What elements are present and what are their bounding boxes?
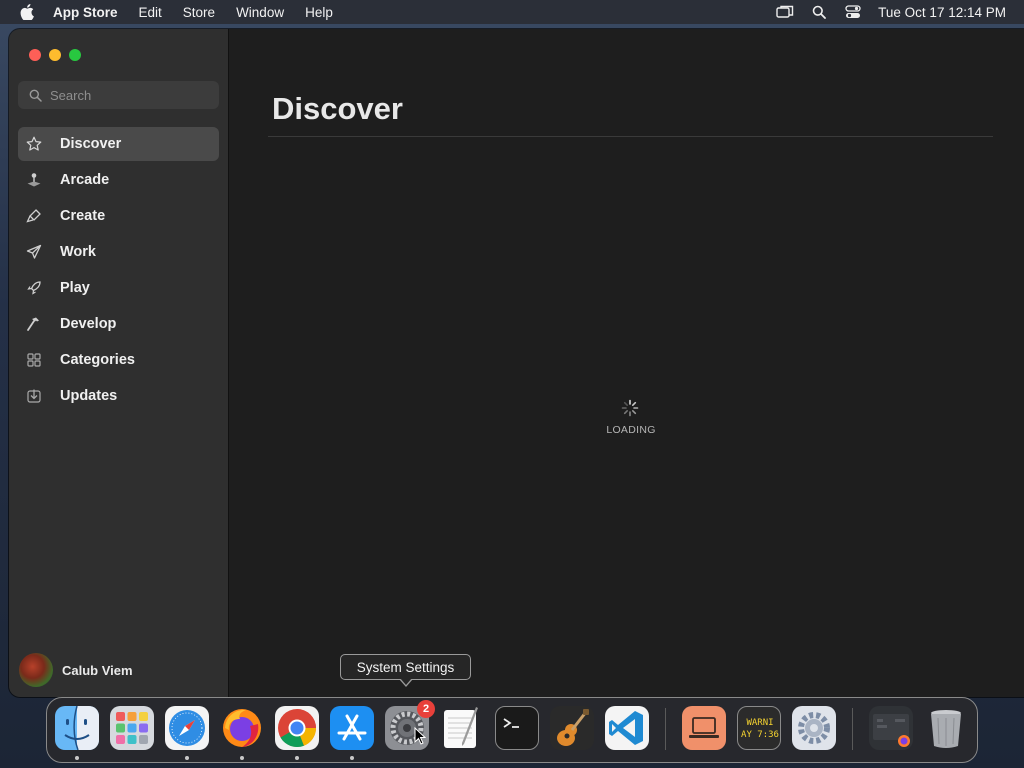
spotlight-search-icon[interactable] xyxy=(810,5,828,19)
stack-icon xyxy=(869,706,913,750)
brush-icon xyxy=(25,207,43,225)
grid-icon xyxy=(25,351,43,369)
sidebar-item-create[interactable]: Create xyxy=(18,199,219,233)
sidebar-item-work[interactable]: Work xyxy=(18,235,219,269)
joystick-icon xyxy=(25,171,43,189)
dock-app-launchpad[interactable] xyxy=(110,706,154,750)
sidebar-item-label: Create xyxy=(60,208,106,224)
dock-separator xyxy=(665,708,666,750)
sidebar-item-label: Updates xyxy=(60,388,118,404)
mouse-cursor-icon xyxy=(414,727,426,745)
account-button[interactable]: Calub Viem xyxy=(19,653,133,687)
textedit-icon xyxy=(440,706,484,750)
search-input[interactable] xyxy=(50,87,200,103)
loading-spinner-icon xyxy=(621,399,639,417)
sidebar-nav: Discover Arcade Create Work Play Develop… xyxy=(18,127,219,415)
dock-app-chrome[interactable] xyxy=(275,706,319,750)
search-icon xyxy=(28,88,42,102)
tooltip-arrow-inner xyxy=(400,678,412,685)
console-tile-line-1: WARNI xyxy=(746,718,774,728)
menu-edit[interactable]: Edit xyxy=(139,5,162,20)
dock-app-firefox[interactable] xyxy=(220,706,264,750)
menu-app-name[interactable]: App Store xyxy=(53,5,118,20)
dock-app-console[interactable]: WARNI AY 7:36 xyxy=(737,706,781,750)
dock-app-garageband[interactable] xyxy=(550,706,594,750)
chrome-icon xyxy=(275,706,319,750)
menu-window[interactable]: Window xyxy=(236,5,284,20)
account-name: Calub Viem xyxy=(62,662,133,678)
title-divider xyxy=(268,136,993,137)
hammer-icon xyxy=(25,315,43,333)
sidebar: Discover Arcade Create Work xyxy=(9,29,229,697)
dock-app-finder[interactable] xyxy=(55,706,99,750)
finder-icon xyxy=(55,706,99,750)
star-icon xyxy=(25,135,43,153)
menu-help[interactable]: Help xyxy=(305,5,333,20)
sidebar-item-categories[interactable]: Categories xyxy=(18,343,219,377)
avatar xyxy=(19,653,53,687)
running-indicator xyxy=(185,756,189,760)
gear-utility-icon xyxy=(792,706,836,750)
window-minimize-button[interactable] xyxy=(49,49,61,61)
sidebar-item-label: Discover xyxy=(60,136,122,152)
sidebar-item-label: Categories xyxy=(60,352,135,368)
screen-sharing-icon xyxy=(682,706,726,750)
menu-bar: App Store Edit Store Window Help Tue Oct… xyxy=(0,0,1024,24)
sidebar-item-discover[interactable]: Discover xyxy=(18,127,219,161)
sidebar-item-label: Develop xyxy=(60,316,117,332)
dock-tooltip: System Settings xyxy=(340,654,471,680)
page-title: Discover xyxy=(272,91,403,126)
loading-label: LOADING xyxy=(606,424,656,436)
trash-icon xyxy=(924,706,968,750)
sidebar-item-develop[interactable]: Develop xyxy=(18,307,219,341)
dock-app-downloads-stack[interactable] xyxy=(869,706,913,750)
app-store-window: Discover Arcade Create Work xyxy=(9,29,1024,697)
paper-plane-icon xyxy=(25,243,43,261)
safari-icon xyxy=(165,706,209,750)
running-indicator xyxy=(295,756,299,760)
dock-app-trash[interactable] xyxy=(924,706,968,750)
dock: 2 WARNI AY 7:36 xyxy=(46,697,978,763)
window-close-button[interactable] xyxy=(29,49,41,61)
running-indicator xyxy=(75,756,79,760)
dock-app-textedit[interactable] xyxy=(440,706,484,750)
sidebar-item-label: Play xyxy=(60,280,90,296)
vscode-icon xyxy=(605,706,649,750)
dock-app-app-store[interactable] xyxy=(330,706,374,750)
console-icon: WARNI AY 7:36 xyxy=(737,706,781,750)
dock-app-screen-sharing[interactable] xyxy=(682,706,726,750)
apple-menu-icon[interactable] xyxy=(18,3,36,21)
rocket-icon xyxy=(25,279,43,297)
download-icon xyxy=(25,387,43,405)
running-indicator xyxy=(240,756,244,760)
console-tile-line-2: AY 7:36 xyxy=(741,730,779,740)
main-content: Discover LOADING xyxy=(230,29,1024,697)
launchpad-icon xyxy=(110,706,154,750)
garageband-icon xyxy=(550,706,594,750)
sidebar-item-arcade[interactable]: Arcade xyxy=(18,163,219,197)
dock-separator xyxy=(852,708,853,750)
terminal-icon xyxy=(495,706,539,750)
control-center-icon[interactable] xyxy=(844,5,862,19)
menu-store[interactable]: Store xyxy=(183,5,215,20)
dock-app-utility[interactable] xyxy=(792,706,836,750)
menu-bar-clock[interactable]: Tue Oct 17 12:14 PM xyxy=(878,5,1006,20)
sidebar-item-updates[interactable]: Updates xyxy=(18,379,219,413)
window-zoom-button[interactable] xyxy=(69,49,81,61)
firefox-icon xyxy=(220,706,264,750)
search-box[interactable] xyxy=(18,81,219,109)
sidebar-item-label: Arcade xyxy=(60,172,110,188)
screen-mirroring-icon[interactable] xyxy=(776,5,794,19)
notification-badge: 2 xyxy=(417,700,435,718)
dock-app-terminal[interactable] xyxy=(495,706,539,750)
app-store-icon xyxy=(330,706,374,750)
sidebar-item-label: Work xyxy=(60,244,96,260)
dock-app-safari[interactable] xyxy=(165,706,209,750)
sidebar-item-play[interactable]: Play xyxy=(18,271,219,305)
running-indicator xyxy=(350,756,354,760)
dock-app-vscode[interactable] xyxy=(605,706,649,750)
